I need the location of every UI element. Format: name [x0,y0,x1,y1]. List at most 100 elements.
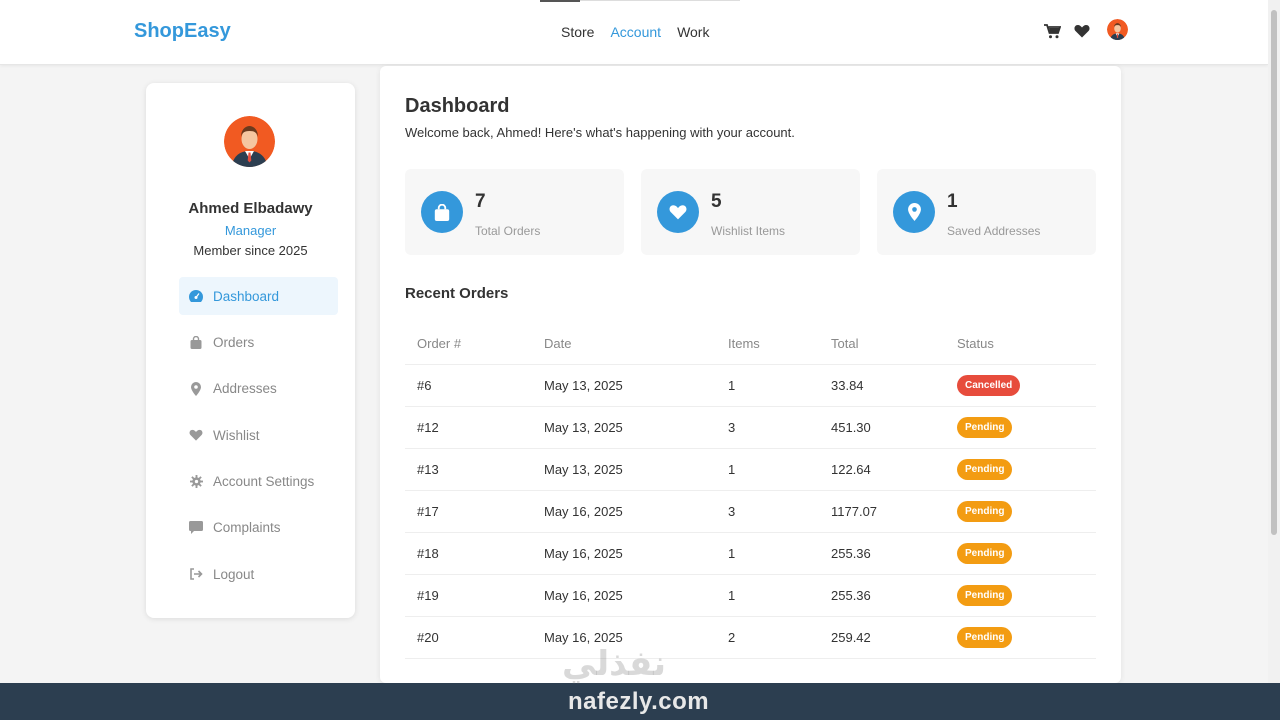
stat-label: Wishlist Items [711,224,786,238]
brand-logo[interactable]: ShopEasy [134,20,231,43]
account-sidebar: Ahmed Elbadawy Manager Member since 2025… [146,83,355,618]
gear-icon [189,475,203,489]
stat-value: 7 [475,191,486,212]
order-date: May 16, 2025 [532,574,716,617]
recent-orders-title: Recent Orders [405,285,509,302]
sidebar-item-label: Orders [213,334,255,350]
order-items: 1 [716,448,819,491]
heart-icon [189,428,203,442]
watermark-latin: nafezly.com [568,688,710,715]
gauge-icon [189,289,203,303]
order-date: May 13, 2025 [532,406,716,449]
nav-indicator [540,0,580,2]
order-id: #6 [405,364,532,407]
order-items: 1 [716,532,819,575]
sidebar-item-label: Wishlist [213,427,260,443]
order-date: May 13, 2025 [532,448,716,491]
table-row[interactable]: #13 May 13, 2025 1 122.64 Pending [405,448,1096,491]
sidebar-menu: Dashboard Orders Addresses Wishlist Acco… [179,277,338,602]
logout-icon [189,567,203,581]
heart-icon[interactable] [1073,22,1091,40]
nav-icons [1043,22,1091,40]
column-header-items[interactable]: Items [716,323,819,365]
status-badge: Pending [957,500,1013,522]
recent-orders-table: Order # Date Items Total Status #6 May 1… [405,323,1096,659]
status-badge: Pending [957,584,1013,606]
profile-avatar [224,116,275,167]
column-header-date[interactable]: Date [532,323,716,365]
status-badge: Pending [957,458,1013,480]
sidebar-item-addresses[interactable]: Addresses [179,370,338,408]
sidebar-item-wishlist[interactable]: Wishlist [179,416,338,454]
sidebar-item-label: Addresses [213,381,277,397]
nav-link-work[interactable]: Work [677,24,709,40]
watermark-arabic: نفذلي [562,644,667,684]
dashboard-panel: Dashboard Welcome back, Ahmed! Here's wh… [380,66,1121,683]
stat-card-addresses: 1 Saved Addresses [877,169,1096,255]
page-title: Dashboard [405,95,510,117]
order-date: May 16, 2025 [532,532,716,575]
nav-link-account[interactable]: Account [610,24,661,40]
order-total: 33.84 [819,364,945,407]
stat-label: Total Orders [475,224,541,238]
sidebar-item-label: Account Settings [213,474,315,490]
stat-value: 1 [947,191,958,212]
order-total: 259.42 [819,616,945,659]
sidebar-item-label: Dashboard [213,288,280,304]
profile-name: Ahmed Elbadawy [188,200,313,217]
status-badge: Pending [957,626,1013,648]
sidebar-item-complaints[interactable]: Complaints [179,509,338,547]
order-items: 2 [716,616,819,659]
map-pin-icon [189,381,203,396]
user-avatar[interactable] [1107,19,1128,40]
nav-link-store[interactable]: Store [561,24,594,40]
stats-row: 7 Total Orders 5 Wishlist Items 1 Saved … [405,169,1096,255]
sidebar-item-orders[interactable]: Orders [179,323,338,361]
sidebar-item-dashboard[interactable]: Dashboard [179,277,338,315]
welcome-message: Welcome back, Ahmed! Here's what's happe… [405,125,795,140]
stat-value: 5 [711,191,722,212]
cart-icon[interactable] [1043,22,1061,40]
scrollbar-thumb[interactable] [1271,10,1277,535]
sidebar-item-account-settings[interactable]: Account Settings [179,463,338,501]
order-id: #19 [405,574,532,617]
sidebar-item-label: Complaints [213,520,281,536]
order-total: 255.36 [819,532,945,575]
table-row[interactable]: #18 May 16, 2025 1 255.36 Pending [405,532,1096,575]
stat-label: Saved Addresses [947,224,1041,238]
map-pin-icon [893,191,935,233]
table-header-row: Order # Date Items Total Status [405,323,1096,365]
top-navbar: ShopEasy Store Account Work [0,0,1268,65]
stat-card-wishlist: 5 Wishlist Items [641,169,860,255]
order-total: 255.36 [819,574,945,617]
sidebar-item-logout[interactable]: Logout [179,555,338,593]
bag-icon [189,335,203,349]
column-header-total[interactable]: Total [819,323,945,365]
order-items: 1 [716,574,819,617]
page-scrollbar[interactable] [1268,0,1280,683]
bag-icon [421,191,463,233]
order-id: #12 [405,406,532,449]
order-items: 3 [716,406,819,449]
order-date: May 13, 2025 [532,364,716,407]
column-header-status[interactable]: Status [945,323,1096,365]
order-id: #20 [405,616,532,659]
profile-member-since: Member since 2025 [193,243,308,258]
profile-role: Manager [224,223,277,238]
status-badge: Pending [957,542,1013,564]
table-row[interactable]: #19 May 16, 2025 1 255.36 Pending [405,574,1096,617]
status-badge: Pending [957,416,1013,438]
comment-icon [189,521,203,535]
table-row[interactable]: #20 May 16, 2025 2 259.42 Pending [405,616,1096,659]
table-row[interactable]: #6 May 13, 2025 1 33.84 Cancelled [405,364,1096,407]
order-items: 1 [716,364,819,407]
heart-icon [657,191,699,233]
order-date: May 16, 2025 [532,490,716,533]
order-total: 451.30 [819,406,945,449]
table-row[interactable]: #12 May 13, 2025 3 451.30 Pending [405,406,1096,449]
column-header-order[interactable]: Order # [405,323,532,365]
stat-card-orders: 7 Total Orders [405,169,624,255]
order-id: #18 [405,532,532,575]
table-row[interactable]: #17 May 16, 2025 3 1177.07 Pending [405,490,1096,533]
status-badge: Cancelled [957,374,1021,396]
